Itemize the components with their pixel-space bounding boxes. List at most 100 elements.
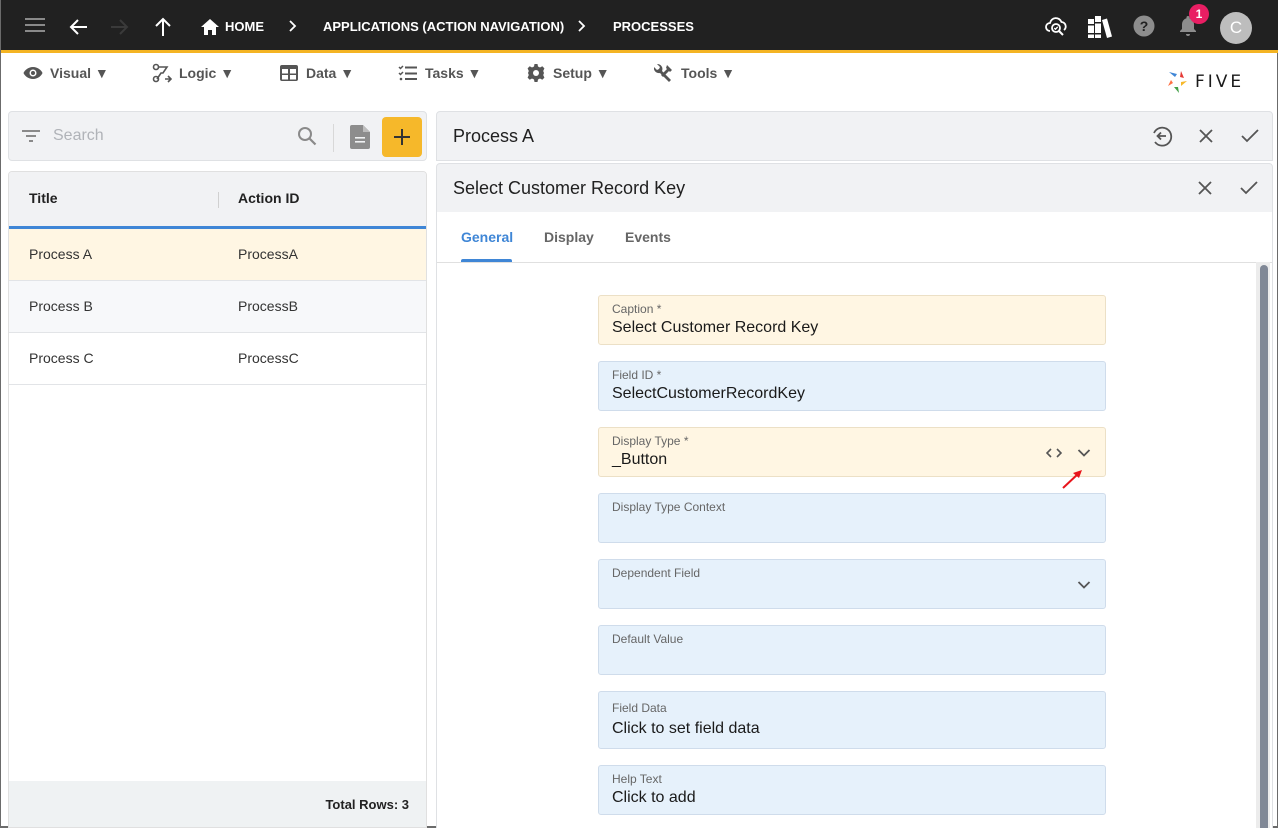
total-rows: Total Rows: 3: [325, 796, 409, 812]
record-title: Process A: [453, 126, 535, 146]
caption-field[interactable]: Caption * Select Customer Record Key: [598, 295, 1106, 345]
display-type-context-field[interactable]: Display Type Context: [598, 493, 1106, 543]
field-header: Select Customer Record Key: [436, 163, 1273, 213]
cell-title: Process A: [29, 246, 93, 262]
close-icon[interactable]: [1193, 123, 1219, 149]
field-form: General Display Events Caption * Select …: [436, 212, 1273, 828]
chevron-right-icon: [577, 18, 587, 39]
gear-icon: [527, 64, 545, 82]
table-row[interactable]: Process C ProcessC: [9, 333, 426, 385]
divider: [333, 124, 334, 152]
notification-badge: 1: [1189, 4, 1209, 24]
breadcrumb-applications[interactable]: APPLICATIONS (ACTION NAVIGATION): [323, 0, 564, 53]
display-type-context-label: Display Type Context: [612, 500, 726, 514]
menu-setup-label: Setup ▼: [553, 65, 610, 81]
display-type-value: _Button: [612, 451, 668, 468]
dependent-field-label: Dependent Field: [612, 566, 701, 580]
search-bar: [8, 111, 427, 161]
column-divider: [218, 192, 219, 208]
column-divider: [426, 192, 427, 208]
cell-action-id: ProcessB: [238, 298, 298, 314]
chevron-down-icon[interactable]: [1077, 580, 1091, 590]
menu-visual[interactable]: Visual ▼: [23, 62, 109, 84]
menu-data[interactable]: Data ▼: [279, 62, 354, 84]
tab-display[interactable]: Display: [544, 229, 594, 245]
tab-general[interactable]: General: [461, 229, 513, 245]
caption-value: Select Customer Record Key: [612, 319, 819, 336]
table-header: Title Action ID: [9, 172, 426, 229]
five-logo-icon: [1168, 71, 1187, 93]
table-footer: Total Rows: 3: [9, 781, 426, 827]
help-icon[interactable]: ?: [1133, 15, 1155, 37]
tab-bar: General Display Events: [437, 212, 1272, 263]
forward-arrow-icon[interactable]: [109, 17, 129, 37]
document-icon[interactable]: [350, 125, 370, 154]
eye-icon: [23, 67, 43, 79]
search-icon[interactable]: [297, 126, 317, 151]
field-id-label: Field ID *: [612, 368, 662, 382]
field-data-label: Field Data: [612, 701, 667, 715]
menu-setup[interactable]: Setup ▼: [526, 62, 610, 84]
scrollbar-thumb[interactable]: [1260, 265, 1268, 828]
cloud-search-icon[interactable]: [1044, 14, 1068, 38]
dependent-field-select[interactable]: Dependent Field: [598, 559, 1106, 609]
add-button[interactable]: [382, 117, 422, 157]
up-arrow-icon[interactable]: [154, 17, 172, 37]
menu-tasks[interactable]: Tasks ▼: [398, 62, 481, 84]
back-circle-icon[interactable]: [1149, 123, 1175, 149]
cell-title: Process C: [29, 350, 94, 366]
five-logo: FIVE: [1167, 70, 1244, 94]
back-arrow-icon[interactable]: [69, 17, 89, 37]
table-row[interactable]: Process A ProcessA: [9, 229, 426, 281]
field-id-field[interactable]: Field ID * SelectCustomerRecordKey: [598, 361, 1106, 411]
menu-logic[interactable]: Logic ▼: [152, 62, 234, 84]
field-id-value: SelectCustomerRecordKey: [612, 385, 805, 402]
cell-action-id: ProcessC: [238, 350, 299, 366]
menu-data-label: Data ▼: [306, 65, 355, 81]
field-title: Select Customer Record Key: [453, 178, 686, 198]
display-type-field[interactable]: Display Type * _Button: [598, 427, 1106, 477]
display-type-label: Display Type *: [612, 434, 689, 448]
breadcrumb-processes[interactable]: PROCESSES: [613, 0, 694, 53]
field-data-field[interactable]: Field Data Click to set field data: [598, 691, 1106, 749]
check-icon[interactable]: [1236, 175, 1262, 201]
help-text-field[interactable]: Help Text Click to add: [598, 765, 1106, 815]
code-icon[interactable]: [1046, 447, 1062, 459]
record-header: Process A: [436, 111, 1273, 161]
menu-visual-label: Visual ▼: [50, 65, 109, 81]
logic-flow-icon: [152, 63, 172, 83]
field-data-value: Click to set field data: [612, 720, 760, 737]
breadcrumb-home[interactable]: HOME: [225, 0, 264, 53]
chevron-right-icon: [288, 18, 298, 39]
tab-events[interactable]: Events: [625, 229, 671, 245]
menu-icon[interactable]: [25, 17, 45, 33]
menu-bar: Visual ▼ Logic ▼ Data ▼ Tasks ▼ Setup ▼ …: [1, 56, 1278, 106]
help-text-value: Click to add: [612, 789, 696, 806]
svg-text:?: ?: [1140, 18, 1149, 34]
cell-action-id: ProcessA: [238, 246, 298, 262]
filter-icon[interactable]: [22, 129, 40, 148]
chevron-down-icon[interactable]: [1077, 448, 1091, 458]
default-value-label: Default Value: [612, 632, 684, 646]
top-app-bar: HOME APPLICATIONS (ACTION NAVIGATION) PR…: [1, 0, 1278, 53]
search-input[interactable]: [53, 124, 283, 148]
library-books-icon[interactable]: [1087, 15, 1113, 39]
help-text-label: Help Text: [612, 772, 662, 786]
close-icon[interactable]: [1192, 175, 1218, 201]
checklist-icon: [398, 65, 417, 81]
logo-text: FIVE: [1195, 72, 1245, 92]
plus-icon: [394, 129, 410, 145]
table-row[interactable]: Process B ProcessB: [9, 281, 426, 333]
avatar[interactable]: C: [1220, 12, 1252, 44]
menu-logic-label: Logic ▼: [179, 65, 235, 81]
column-header-action-id[interactable]: Action ID: [238, 190, 299, 206]
tools-icon: [654, 63, 672, 82]
home-icon[interactable]: [201, 19, 219, 35]
menu-tools[interactable]: Tools ▼: [654, 62, 735, 84]
default-value-field[interactable]: Default Value: [598, 625, 1106, 675]
cell-title: Process B: [29, 298, 93, 314]
check-icon[interactable]: [1237, 123, 1263, 149]
active-tab-indicator: [461, 259, 512, 262]
menu-tasks-label: Tasks ▼: [425, 65, 482, 81]
column-header-title[interactable]: Title: [29, 190, 58, 206]
